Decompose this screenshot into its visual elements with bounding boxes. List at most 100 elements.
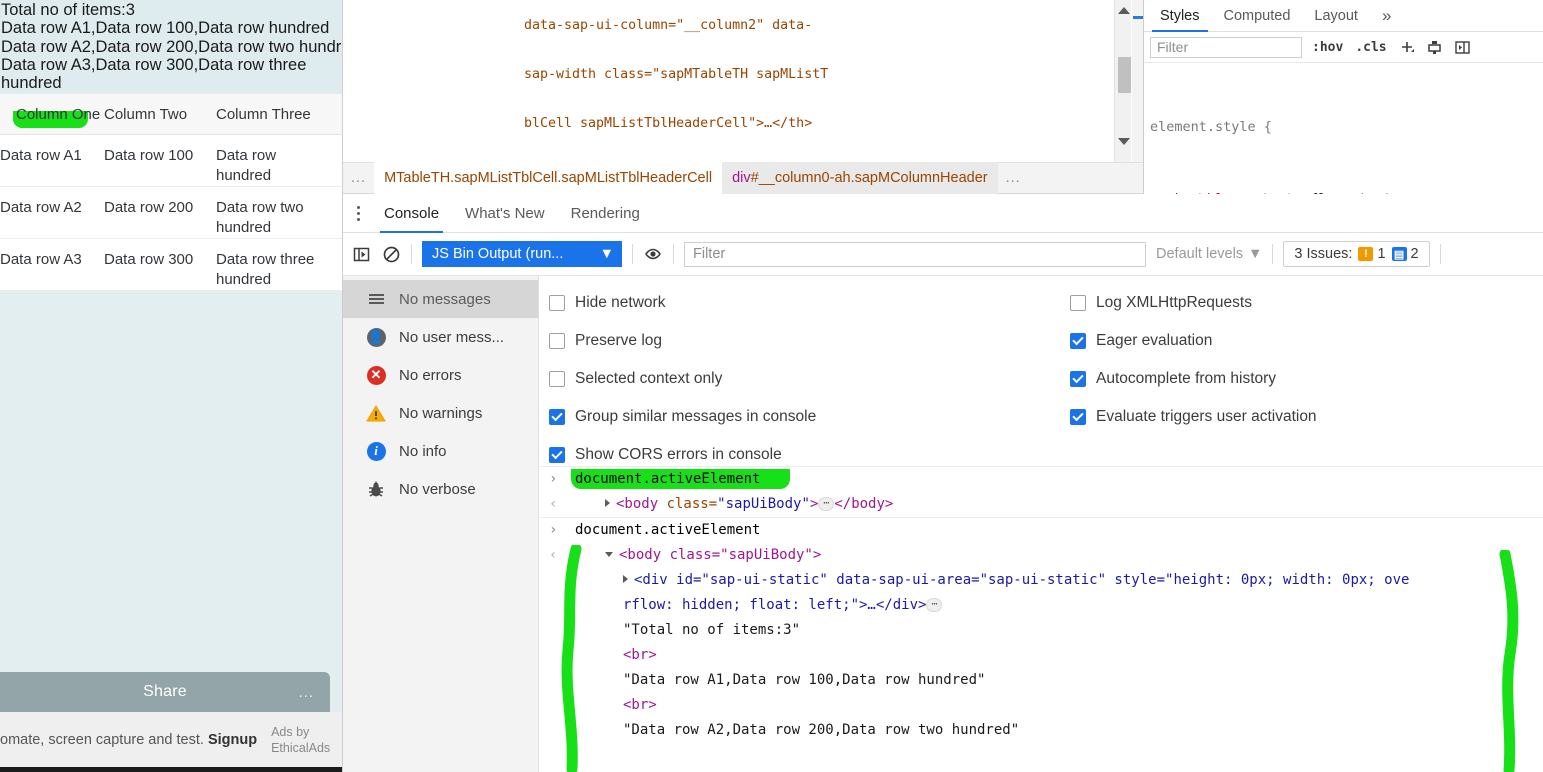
sidebar-item-label: No info: [399, 442, 447, 460]
clear-console-button[interactable]: [381, 244, 401, 264]
scroll-up-arrow-icon[interactable]: [1115, 2, 1132, 19]
breadcrumb-overflow-right[interactable]: ...: [998, 162, 1029, 194]
chevron-double-right-icon[interactable]: »: [1370, 6, 1403, 31]
expand-caret-icon[interactable]: [623, 575, 628, 583]
setting-autocomplete-from-history[interactable]: Autocomplete from history: [1070, 360, 1317, 398]
live-expression-button[interactable]: [643, 244, 663, 264]
js-bin-output-pane: Total no of items:3 Data row A1,Data row…: [0, 0, 342, 772]
console-output-child[interactable]: rflow: hidden; float: left;">…</div> ⋯: [539, 593, 1543, 618]
setting-eager-evaluation[interactable]: Eager evaluation: [1070, 322, 1317, 360]
log-levels-dropdown[interactable]: Default levels ▼: [1156, 246, 1262, 262]
setting-log-xmlhttprequests[interactable]: Log XMLHttpRequests: [1070, 284, 1317, 322]
console-output-value[interactable]: <body class="sapUiBody">: [575, 543, 821, 568]
breadcrumb-item-th[interactable]: MTableTH.sapMListTblCell.sapMListTblHead…: [374, 162, 723, 194]
dom-line[interactable]: blCell sapMListTblHeaderCell">…</th>: [524, 112, 828, 136]
tab-whats-new[interactable]: What's New: [452, 194, 558, 233]
new-style-rule-button[interactable]: [1397, 37, 1417, 57]
console-input-entry[interactable]: › document.activeElement: [539, 517, 1543, 543]
computed-styles-sidebar-button[interactable]: [1425, 37, 1445, 57]
issues-info-badge: ▤ 2: [1391, 246, 1419, 262]
share-more-button[interactable]: ...: [298, 684, 314, 701]
expand-ellipsis-icon[interactable]: ⋯: [818, 497, 835, 511]
console-filter-input[interactable]: Filter: [684, 241, 1146, 267]
console-toolbar[interactable]: JS Bin Output (run... ▼ Filter Default l…: [343, 233, 1543, 276]
issues-button[interactable]: 3 Issues: ! 1 ▤ 2: [1283, 241, 1430, 267]
table-row[interactable]: Data row A3 Data row 300 Data row three …: [0, 239, 342, 292]
styles-toolbar[interactable]: Filter :hov .cls: [1144, 32, 1543, 63]
console-output-entry[interactable]: ‹ <body class="sapUiBody"> ⋯ </body>: [539, 492, 1543, 517]
expand-caret-icon[interactable]: [605, 499, 610, 507]
console-output-child[interactable]: <div id="sap-ui-static" data-sap-ui-area…: [539, 568, 1543, 593]
tab-styles[interactable]: Styles: [1148, 8, 1212, 32]
dom-line-text: data-sap-ui-column="__column2" data-: [524, 18, 813, 34]
checkbox[interactable]: [1070, 295, 1086, 311]
dom-code[interactable]: data-sap-ui-column="__column2" data- sap…: [524, 0, 828, 162]
execution-context-selector[interactable]: JS Bin Output (run... ▼: [422, 241, 622, 267]
table-row[interactable]: Data row A2 Data row 200 Data row two hu…: [0, 187, 342, 240]
expand-ellipsis-icon[interactable]: ⋯: [926, 598, 943, 612]
collapse-caret-icon[interactable]: [605, 552, 613, 557]
sidebar-item-info[interactable]: i No info: [343, 432, 538, 470]
checkbox[interactable]: [1070, 371, 1086, 387]
setting-selected-context-only[interactable]: Selected context only: [549, 360, 816, 398]
cls-button[interactable]: .cls: [1353, 40, 1388, 55]
column-header-three[interactable]: Column Three: [216, 94, 326, 123]
setting-hide-network[interactable]: Hide network: [549, 284, 816, 322]
console-log[interactable]: › document.activeElement ‹ <body class="…: [539, 466, 1543, 772]
column-header-two[interactable]: Column Two: [104, 94, 216, 123]
child-div-line[interactable]: <div id="sap-ui-static" data-sap-ui-area…: [575, 568, 1409, 593]
console-sidebar[interactable]: No messages 👤 No user mess... ✕ No error…: [343, 276, 539, 772]
tab-rendering[interactable]: Rendering: [558, 194, 653, 233]
checkbox[interactable]: [1070, 333, 1086, 349]
styles-filter-input[interactable]: Filter: [1150, 36, 1302, 58]
elements-scrollbar[interactable]: [1114, 0, 1131, 162]
share-bar[interactable]: Share ...: [0, 672, 330, 712]
console-expression[interactable]: document.activeElement: [575, 518, 760, 543]
checkbox[interactable]: [549, 447, 565, 463]
checkbox[interactable]: [549, 295, 565, 311]
ad-by-line-2[interactable]: EthicalAds: [271, 740, 330, 756]
breadcrumb[interactable]: ... MTableTH.sapMListTblCell.sapMListTbl…: [343, 162, 1143, 194]
dom-line[interactable]: data-sap-ui-column="__column2" data-: [524, 14, 828, 38]
table-row[interactable]: Data row A1 Data row 100 Data row hundre…: [0, 135, 342, 188]
setting-evaluate-triggers-user-activation[interactable]: Evaluate triggers user activation: [1070, 398, 1317, 436]
toggle-sidebar-button[interactable]: [1453, 37, 1473, 57]
scroll-down-arrow-icon[interactable]: [1115, 133, 1132, 150]
checkbox[interactable]: [1070, 409, 1086, 425]
hov-button[interactable]: :hov: [1310, 40, 1345, 55]
console-sidebar-toggle-button[interactable]: [351, 244, 371, 264]
console-expression[interactable]: document.activeElement: [570, 467, 791, 492]
checkbox[interactable]: [549, 371, 565, 387]
sidebar-item-verbose[interactable]: No verbose: [343, 470, 538, 508]
checkbox[interactable]: [549, 409, 565, 425]
console-output-entry[interactable]: ‹ <body class="sapUiBody">: [539, 543, 1543, 568]
breadcrumb-item-column-header[interactable]: div #__column0-ah.sapMColumnHeader: [722, 162, 998, 194]
sap-text-output: Total no of items:3 Data row A1,Data row…: [0, 0, 342, 95]
column-header-one[interactable]: Column One: [0, 94, 104, 129]
chevron-down-icon: ▼: [1248, 246, 1263, 262]
elements-tree-pane[interactable]: data-sap-ui-column="__column2" data- sap…: [343, 0, 1143, 162]
console-output-value[interactable]: <body class="sapUiBody"> ⋯ </body>: [575, 492, 893, 517]
tab-computed[interactable]: Computed: [1212, 8, 1303, 31]
sidebar-item-user-messages[interactable]: 👤 No user mess...: [343, 318, 538, 356]
setting-group-similar-messages[interactable]: Group similar messages in console: [549, 398, 816, 436]
setting-label: Selected context only: [575, 370, 723, 387]
dom-line[interactable]: sap-width class="sapMTableTH sapMListT: [524, 63, 828, 87]
column-header-one-label: Column One: [12, 106, 101, 129]
checkbox[interactable]: [549, 333, 565, 349]
sap-ui5-table: Column One Column Two Column Three Data …: [0, 94, 342, 292]
cell: Data row 200: [104, 199, 194, 217]
sidebar-item-errors[interactable]: ✕ No errors: [343, 356, 538, 394]
sidebar-item-warnings[interactable]: No warnings: [343, 394, 538, 432]
breadcrumb-overflow-left[interactable]: ...: [343, 162, 374, 194]
styles-tabstrip[interactable]: Styles Computed Layout »: [1144, 0, 1543, 32]
ad-signup-link[interactable]: Signup: [208, 732, 257, 748]
console-input-entry[interactable]: › document.activeElement: [539, 466, 1543, 492]
tab-layout[interactable]: Layout: [1302, 8, 1370, 31]
tab-console[interactable]: Console: [371, 194, 452, 233]
sidebar-item-messages[interactable]: No messages: [343, 280, 538, 318]
more-tools-icon[interactable]: [343, 205, 371, 221]
setting-preserve-log[interactable]: Preserve log: [549, 322, 816, 360]
console-tabstrip[interactable]: Console What's New Rendering: [343, 194, 1543, 233]
scrollbar-thumb[interactable]: [1118, 57, 1131, 93]
